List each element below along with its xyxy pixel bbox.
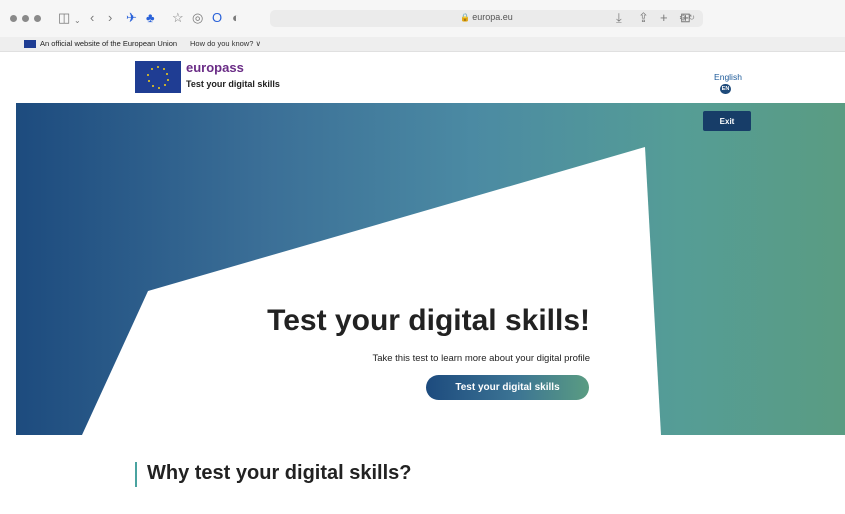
exit-button[interactable]: Exit — [703, 111, 751, 131]
eu-logo-icon[interactable] — [135, 61, 181, 93]
browser-window: ◫ ⌄ ‹ › ✈ ♣ ☆ ◎ O ◐ 🔒 europa.eu ⛭ ↻ ⤓ ⇪ +… — [0, 0, 845, 514]
hero-description: Take this test to learn more about your … — [372, 353, 590, 364]
test-digital-skills-button[interactable]: Test your digital skills — [426, 375, 589, 400]
privacy-icon[interactable]: ◎ — [192, 10, 203, 26]
how-do-you-know-link[interactable]: How do you know? ∨ — [190, 38, 261, 50]
hero-title: Test your digital skills! — [267, 304, 590, 337]
section-accent-bar — [135, 462, 137, 487]
language-badge[interactable]: EN — [720, 84, 731, 94]
brand-subtitle: Test your digital skills — [186, 79, 280, 89]
star-icon[interactable]: ☆ — [172, 10, 184, 26]
pin-icon[interactable]: ✈ — [126, 10, 137, 26]
close-window-button[interactable] — [10, 15, 17, 22]
language-selector[interactable]: English — [708, 72, 748, 82]
share-icon[interactable]: ⇪ — [638, 10, 649, 26]
browser-toolbar: ◫ ⌄ ‹ › ✈ ♣ ☆ ◎ O ◐ 🔒 europa.eu ⛭ ↻ ⤓ ⇪ +… — [0, 0, 845, 38]
shield-icon[interactable]: ◐ — [232, 10, 240, 26]
extension-icon[interactable]: ♣ — [146, 10, 155, 26]
sidebar-icon[interactable]: ◫ — [58, 10, 70, 26]
back-icon[interactable]: ‹ — [90, 10, 94, 26]
section-title: Why test your digital skills? — [147, 462, 412, 484]
opera-icon[interactable]: O — [212, 10, 222, 26]
eu-flag-icon — [24, 40, 36, 48]
download-icon[interactable]: ⤓ — [616, 10, 622, 26]
site-header: europass Test your digital skills Englis… — [0, 52, 845, 103]
chevron-down-icon[interactable]: ⌄ — [74, 13, 81, 29]
tab-overview-icon[interactable]: ⊞ — [680, 10, 691, 26]
eu-official-text: An official website of the European Unio… — [40, 39, 178, 48]
url-value: europa.eu — [472, 12, 513, 22]
forward-icon[interactable]: › — [108, 10, 112, 26]
brand-name[interactable]: europass — [186, 60, 244, 75]
zoom-window-button[interactable] — [34, 15, 41, 22]
lock-icon: 🔒 — [460, 13, 471, 22]
minimize-window-button[interactable] — [22, 15, 29, 22]
eu-official-banner: An official website of the European Unio… — [0, 37, 845, 52]
new-tab-icon[interactable]: + — [660, 10, 668, 26]
